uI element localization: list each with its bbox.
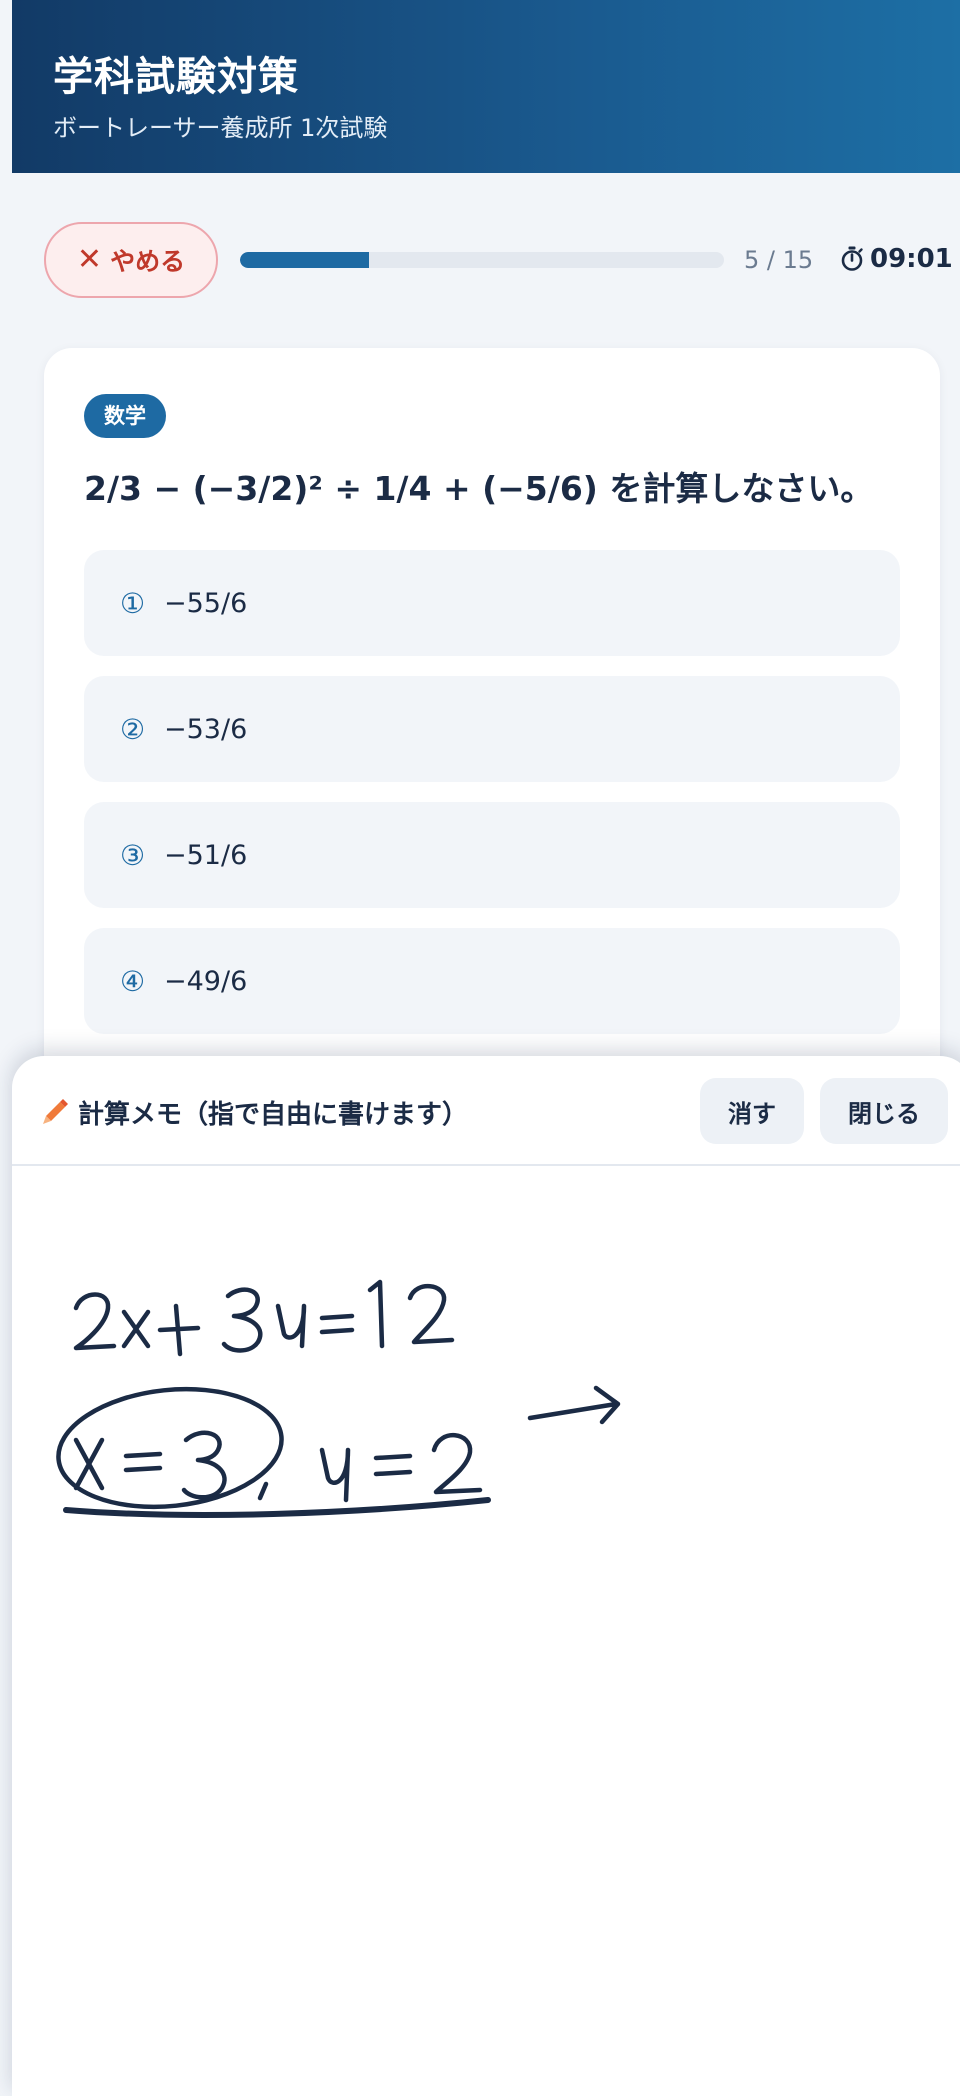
memo-header: 計算メモ（指で自由に書けます） 消す 閉じる xyxy=(12,1056,960,1166)
option-number: ① xyxy=(120,586,146,620)
app-header: 学科試験対策 ボートレーサー養成所 1次試験 xyxy=(12,0,960,173)
progress-count: 5 / 15 xyxy=(744,246,814,274)
drawing-canvas[interactable] xyxy=(12,1166,960,2096)
pencil-icon xyxy=(43,1099,68,1124)
quit-button[interactable]: ✕ やめる xyxy=(44,222,218,298)
answer-option-3[interactable]: ③ −51/6 xyxy=(84,802,900,908)
question-text: 2/3 − (−3/2)² ÷ 1/4 + (−5/6) を計算しなさい。 xyxy=(84,469,874,508)
handwriting-circle xyxy=(56,1386,284,1510)
option-text: −55/6 xyxy=(164,587,248,619)
handwriting-arrow xyxy=(527,1385,621,1425)
handwriting-line-2 xyxy=(73,1430,483,1503)
page-title: 学科試験対策 xyxy=(53,54,299,100)
quit-label: やめる xyxy=(110,247,186,276)
option-text: −53/6 xyxy=(164,713,248,745)
answer-option-2[interactable]: ② −53/6 xyxy=(84,676,900,782)
progress-bar xyxy=(240,252,724,268)
option-text: −51/6 xyxy=(164,839,248,871)
option-number: ③ xyxy=(120,838,146,872)
memo-panel: 計算メモ（指で自由に書けます） 消す 閉じる xyxy=(12,1056,960,2096)
timer: 09:01 xyxy=(840,244,953,274)
handwriting-line-1 xyxy=(73,1279,455,1357)
subject-badge: 数学 xyxy=(84,394,166,438)
answer-option-4[interactable]: ④ −49/6 xyxy=(84,928,900,1034)
progress-bar-fill xyxy=(240,252,370,268)
stopwatch-icon xyxy=(841,246,863,271)
clear-button[interactable]: 消す xyxy=(700,1078,804,1144)
question-card: 数学 2/3 − (−3/2)² ÷ 1/4 + (−5/6) を計算しなさい。… xyxy=(44,348,940,1088)
page-subtitle: ボートレーサー養成所 1次試験 xyxy=(53,114,388,142)
memo-title: 計算メモ（指で自由に書けます） xyxy=(78,1100,469,1130)
option-number: ② xyxy=(120,712,146,746)
close-icon: ✕ xyxy=(76,242,103,277)
option-number: ④ xyxy=(120,964,146,998)
option-text: −49/6 xyxy=(164,965,248,997)
close-memo-button[interactable]: 閉じる xyxy=(820,1078,948,1144)
answer-option-1[interactable]: ① −55/6 xyxy=(84,550,900,656)
timer-value: 09:01 xyxy=(870,244,953,274)
